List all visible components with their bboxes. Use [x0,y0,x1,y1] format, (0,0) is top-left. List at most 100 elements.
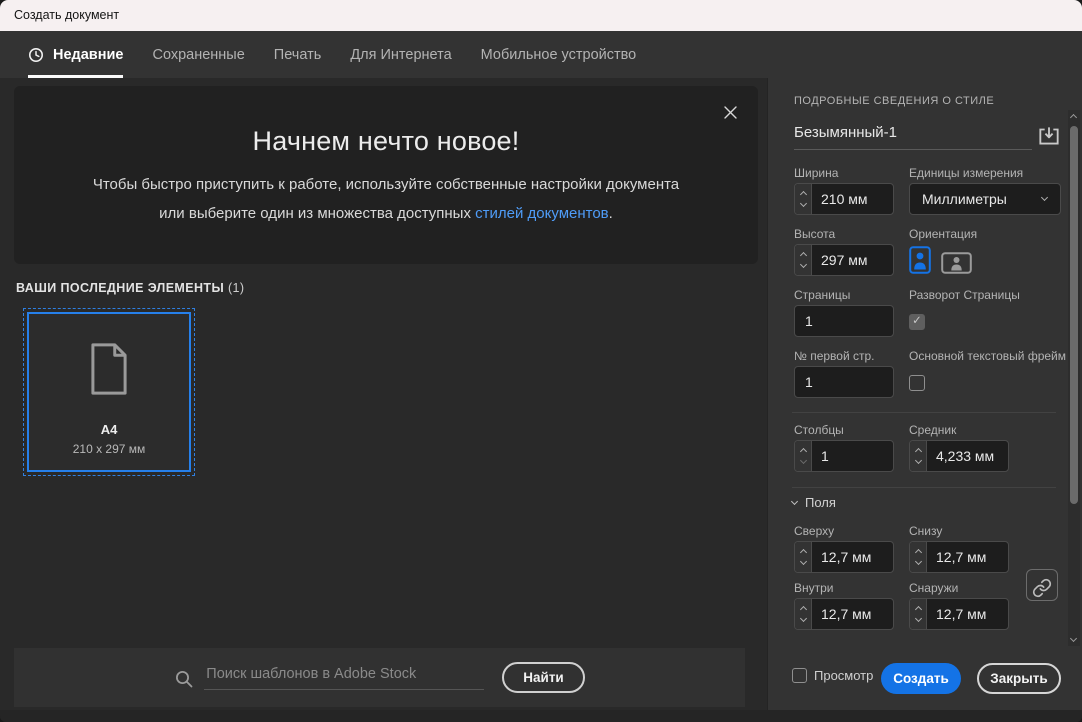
document-name-value: Безымянный-1 [794,124,897,141]
stepper-up-icon[interactable] [799,606,806,613]
margin-top-label: Сверху [794,524,834,538]
search-input[interactable] [204,666,484,690]
find-button[interactable]: Найти [502,662,584,693]
title-bar: Создать документ [0,0,1082,31]
stepper-down-icon[interactable] [914,558,921,565]
scrollbar[interactable] [1068,110,1080,646]
tab-recent[interactable]: Недавние [28,31,123,78]
scroll-up-icon[interactable] [1070,114,1077,121]
document-styles-link[interactable]: стилей документов [475,205,609,222]
recent-section-header: ВАШИ ПОСЛЕДНИЕ ЭЛЕМЕНТЫ (1) [16,281,244,295]
stepper-arrows[interactable] [795,245,812,275]
scrollbar-thumb[interactable] [1070,126,1078,504]
columns-stepper[interactable]: 1 [794,440,894,472]
margin-top-stepper[interactable]: 12,7 мм [794,541,894,573]
stepper-arrows[interactable] [910,599,927,629]
panel-header: ПОДРОБНЫЕ СВЕДЕНИЯ О СТИЛЕ [794,95,994,107]
scroll-down-icon[interactable] [1070,635,1077,642]
recent-header-text: ВАШИ ПОСЛЕДНИЕ ЭЛЕМЕНТЫ [16,281,224,295]
primary-text-frame-checkbox[interactable]: ✓ [909,375,925,391]
hero-body-suffix: . [609,205,613,222]
stock-search-bar: Найти [14,648,745,707]
stepper-arrows[interactable] [910,542,927,572]
recent-count: (1) [228,281,244,295]
document-name-field[interactable]: Безымянный-1 [794,120,1032,150]
close-button[interactable]: Закрыть [977,663,1061,694]
facing-pages-checkbox[interactable]: ✓ [909,314,925,330]
columns-value[interactable]: 1 [812,441,893,471]
close-icon[interactable] [723,101,745,123]
stepper-arrows[interactable] [795,441,812,471]
create-button[interactable]: Создать [881,663,961,694]
preview-checkbox[interactable]: ✓ [792,668,807,683]
margin-outside-value[interactable]: 12,7 мм [927,599,1008,629]
start-page-input[interactable]: 1 [794,366,894,398]
width-stepper[interactable]: 210 мм [794,183,894,215]
columns-label: Столбцы [794,423,844,437]
orientation-label: Ориентация [909,227,977,241]
orientation-landscape-icon[interactable] [941,252,972,274]
margin-top-value[interactable]: 12,7 мм [812,542,893,572]
gutter-value[interactable]: 4,233 мм [927,441,1008,471]
height-value[interactable]: 297 мм [812,245,893,275]
margin-outside-stepper[interactable]: 12,7 мм [909,598,1009,630]
search-icon [174,669,194,689]
clock-icon [28,47,44,63]
pages-input[interactable]: 1 [794,305,894,337]
margin-inside-value[interactable]: 12,7 мм [812,599,893,629]
width-label: Ширина [794,166,838,180]
tab-saved[interactable]: Сохраненные [152,31,244,78]
stepper-up-icon[interactable] [799,191,806,198]
tab-label: Сохраненные [152,47,244,63]
document-icon [86,340,132,398]
stepper-arrows[interactable] [795,184,812,214]
stepper-down-icon[interactable] [799,558,806,565]
tab-label: Недавние [53,47,123,63]
orientation-group [909,246,972,274]
divider [792,412,1056,413]
divider [792,487,1056,488]
hero-title: Начнем нечто новое! [14,126,758,157]
width-value[interactable]: 210 мм [812,184,893,214]
tab-print[interactable]: Печать [274,31,322,78]
stepper-down-icon[interactable] [799,261,806,268]
tab-mobile[interactable]: Мобильное устройство [481,31,637,78]
margin-bottom-label: Снизу [909,524,942,538]
save-preset-icon[interactable] [1036,122,1064,150]
margin-bottom-value[interactable]: 12,7 мм [927,542,1008,572]
height-stepper[interactable]: 297 мм [794,244,894,276]
recent-item-a4[interactable]: A4 210 x 297 мм [27,312,191,472]
stepper-down-icon[interactable] [914,615,921,622]
gutter-stepper[interactable]: 4,233 мм [909,440,1009,472]
margins-section-toggle[interactable]: Поля [792,495,836,510]
hero-body: Чтобы быстро приступить к работе, исполь… [86,170,686,228]
preview-label: Просмотр [814,668,873,683]
orientation-portrait-icon[interactable] [909,246,931,274]
stepper-up-icon[interactable] [914,549,921,556]
stepper-down-icon[interactable] [799,615,806,622]
stepper-up-icon[interactable] [799,448,806,455]
gutter-label: Средник [909,423,956,437]
stepper-down-icon[interactable] [799,200,806,207]
link-margins-icon[interactable] [1026,569,1058,601]
start-page-value: 1 [805,374,813,390]
margin-inside-stepper[interactable]: 12,7 мм [794,598,894,630]
stepper-down-icon[interactable] [914,457,921,464]
stepper-arrows[interactable] [910,441,927,471]
stepper-up-icon[interactable] [799,549,806,556]
main-content: Начнем нечто новое! Чтобы быстро приступ… [0,78,767,710]
chevron-down-icon [1041,194,1048,201]
dialog-title: Создать документ [14,8,119,22]
units-dropdown[interactable]: Миллиметры [909,183,1061,215]
stepper-up-icon[interactable] [799,252,806,259]
pages-label: Страницы [794,288,850,302]
margin-outside-label: Снаружи [909,581,958,595]
tab-label: Печать [274,47,322,63]
stepper-up-icon[interactable] [914,606,921,613]
stepper-arrows[interactable] [795,599,812,629]
tab-web[interactable]: Для Интернета [350,31,451,78]
margin-bottom-stepper[interactable]: 12,7 мм [909,541,1009,573]
stepper-up-icon[interactable] [914,448,921,455]
stepper-down-icon[interactable] [799,457,806,464]
stepper-arrows[interactable] [795,542,812,572]
